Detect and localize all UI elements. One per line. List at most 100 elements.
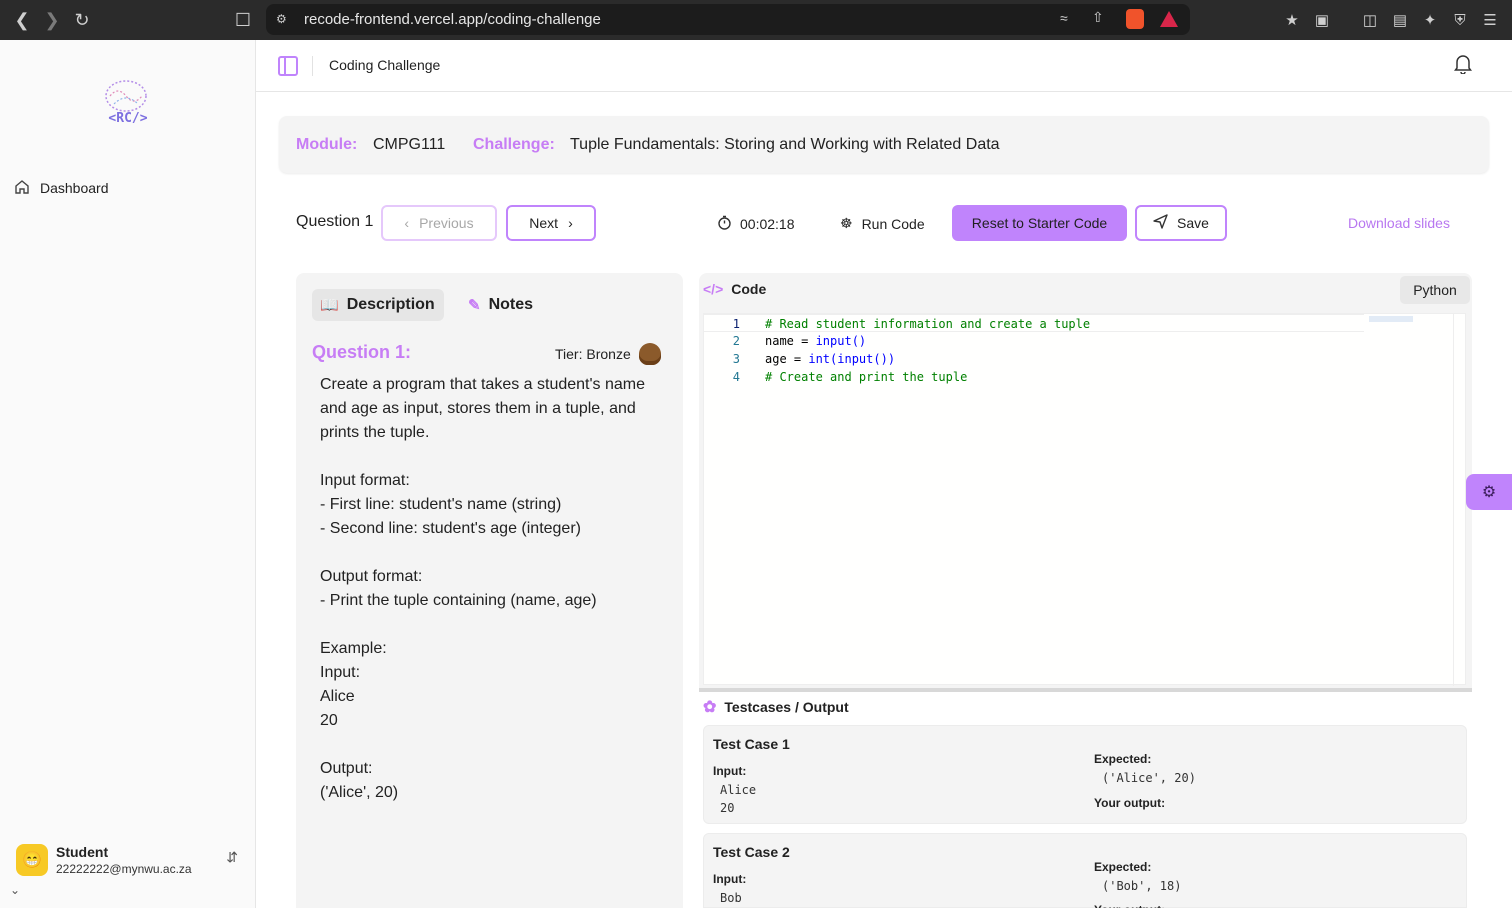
question-indicator: Question 1 bbox=[296, 213, 374, 230]
vpn-icon[interactable]: ⛨ bbox=[1449, 9, 1471, 31]
tier-indicator: Tier: Bronze bbox=[555, 343, 661, 365]
page-header: Coding Challenge bbox=[256, 40, 1512, 92]
previous-button[interactable]: ‹ Previous bbox=[381, 205, 497, 241]
notepad-icon: ✎ bbox=[468, 297, 481, 314]
code-icon: </> bbox=[703, 281, 724, 297]
download-slides-link[interactable]: Download slides bbox=[1348, 215, 1450, 231]
code-line[interactable]: 4 # Create and print the tuple bbox=[704, 368, 1364, 386]
code-text: name = input() bbox=[765, 332, 866, 350]
code-line[interactable]: 2 name = input() bbox=[704, 332, 1364, 350]
code-header: </> Code bbox=[703, 281, 766, 297]
testcase-input: Alice 20 bbox=[720, 783, 757, 815]
user-menu[interactable]: 😁 Student 22222222@mynwu.ac.za ⇵ bbox=[16, 843, 242, 877]
testcases-header: ✿ Testcases / Output bbox=[703, 697, 849, 717]
reset-starter-code-button[interactable]: Reset to Starter Code bbox=[952, 205, 1127, 241]
tab-notes-label: Notes bbox=[488, 296, 534, 313]
input-label: Input: bbox=[713, 764, 747, 778]
bell-icon[interactable] bbox=[1454, 54, 1472, 79]
question-text-line: - Second line: student's age (integer) bbox=[320, 520, 581, 537]
testcase-card: Test Case 2 Input: Bob Expected: ('Bob',… bbox=[703, 833, 1467, 908]
tab-search-icon[interactable]: ▣ bbox=[1311, 9, 1333, 31]
question-heading: Question 1: bbox=[312, 342, 412, 362]
brave-shield-icon[interactable] bbox=[1126, 9, 1144, 29]
question-text-line: ('Alice', 20) bbox=[320, 784, 399, 801]
question-text-line: Input: bbox=[320, 664, 361, 681]
language-selector[interactable]: Python bbox=[1400, 276, 1470, 304]
bookmark-icon[interactable]: ☐ bbox=[231, 8, 255, 32]
back-icon[interactable]: ❮ bbox=[10, 8, 34, 32]
menu-icon[interactable]: ☰ bbox=[1479, 9, 1501, 31]
question-text-line: - Print the tuple containing (name, age) bbox=[320, 592, 597, 609]
chevron-updown-icon[interactable]: ⇵ bbox=[226, 849, 238, 866]
module-label: Module: bbox=[296, 136, 358, 153]
code-token: input() bbox=[815, 334, 867, 348]
header-divider bbox=[312, 56, 313, 76]
question-text-line: Input format: bbox=[320, 472, 410, 489]
testcase-input: Bob bbox=[720, 891, 742, 905]
run-code-button[interactable]: ☸ Run Code bbox=[840, 215, 925, 232]
question-text-line: Output: bbox=[320, 760, 373, 777]
extensions-icon[interactable]: ★ bbox=[1281, 9, 1303, 31]
editor-scrollbar[interactable] bbox=[1453, 314, 1463, 686]
code-token: # Create and print the tuple bbox=[765, 370, 968, 384]
sidebar-item-dashboard[interactable]: Dashboard bbox=[14, 177, 242, 199]
line-number: 2 bbox=[732, 334, 740, 348]
previous-label: Previous bbox=[419, 215, 474, 231]
code-text: # Read student information and create a … bbox=[765, 315, 1090, 333]
challenge-value: Tuple Fundamentals: Storing and Working … bbox=[570, 136, 1000, 153]
question-text-line: Example: bbox=[320, 640, 387, 657]
tier-label: Tier: Bronze bbox=[555, 346, 631, 362]
wallet-icon[interactable]: ▤ bbox=[1389, 9, 1411, 31]
question-text-line: - First line: student's name (string) bbox=[320, 496, 562, 513]
site-settings-icon[interactable]: ⚙ bbox=[276, 12, 287, 26]
book-open-icon: 📖 bbox=[320, 297, 339, 314]
line-number: 3 bbox=[732, 352, 740, 366]
home-icon bbox=[14, 179, 32, 198]
settings-button[interactable]: ⚙ bbox=[1466, 474, 1512, 510]
bronze-badge-icon bbox=[638, 343, 661, 365]
leo-ai-icon[interactable]: ✦ bbox=[1419, 9, 1441, 31]
code-editor[interactable]: 1 # Read student information and create a… bbox=[703, 313, 1466, 686]
address-bar[interactable]: ⚙ recode-frontend.vercel.app/coding-chal… bbox=[266, 4, 1190, 35]
your-output-label: Your output: bbox=[1094, 796, 1166, 810]
sidebar-toggle-icon[interactable] bbox=[278, 56, 298, 76]
reader-mode-icon[interactable]: ≈ bbox=[1060, 10, 1068, 26]
chevron-down-icon[interactable]: ⌄ bbox=[10, 883, 20, 897]
app-logo[interactable]: <RC/> bbox=[98, 78, 158, 126]
brave-rewards-icon[interactable] bbox=[1160, 11, 1178, 27]
code-line[interactable]: 1 # Read student information and create a… bbox=[704, 314, 1364, 332]
code-text: # Create and print the tuple bbox=[765, 368, 967, 386]
reload-icon[interactable]: ↻ bbox=[70, 8, 94, 32]
forward-icon[interactable]: ❯ bbox=[40, 8, 64, 32]
line-number: 1 bbox=[732, 317, 740, 331]
testcases-title: Testcases / Output bbox=[724, 699, 849, 715]
user-name: Student bbox=[56, 844, 109, 860]
testcase-name: Test Case 1 bbox=[713, 736, 790, 752]
gear-icon: ⚙ bbox=[1481, 484, 1497, 501]
sidebar-toggle-icon[interactable]: ◫ bbox=[1359, 9, 1381, 31]
run-code-label: Run Code bbox=[861, 215, 925, 232]
next-button[interactable]: Next › bbox=[506, 205, 596, 241]
editor-minimap[interactable] bbox=[1369, 316, 1413, 322]
timer-value: 00:02:18 bbox=[740, 216, 795, 232]
question-text-line: Create a program that takes a student's … bbox=[320, 376, 646, 441]
timer: 00:02:18 bbox=[717, 215, 795, 233]
tab-description[interactable]: 📖 Description bbox=[312, 289, 444, 321]
sidebar: <RC/> Dashboard 😁 Student 22222222@mynwu… bbox=[0, 40, 256, 908]
panel-resize-handle[interactable] bbox=[699, 688, 1472, 692]
code-line[interactable]: 3 age = int(input()) bbox=[704, 350, 1364, 368]
stopwatch-icon bbox=[717, 215, 732, 233]
question-text-line: Output format: bbox=[320, 568, 423, 585]
tab-notes[interactable]: ✎ Notes bbox=[460, 289, 546, 321]
share-icon[interactable]: ⇧ bbox=[1092, 9, 1104, 26]
testcase-name: Test Case 2 bbox=[713, 844, 790, 860]
send-icon bbox=[1153, 214, 1168, 232]
code-text: age = int(input()) bbox=[765, 350, 895, 368]
module-value: CMPG111 bbox=[373, 136, 446, 153]
expected-label: Expected: bbox=[1094, 860, 1152, 874]
next-label: Next bbox=[529, 215, 559, 231]
save-button[interactable]: Save bbox=[1135, 205, 1227, 241]
